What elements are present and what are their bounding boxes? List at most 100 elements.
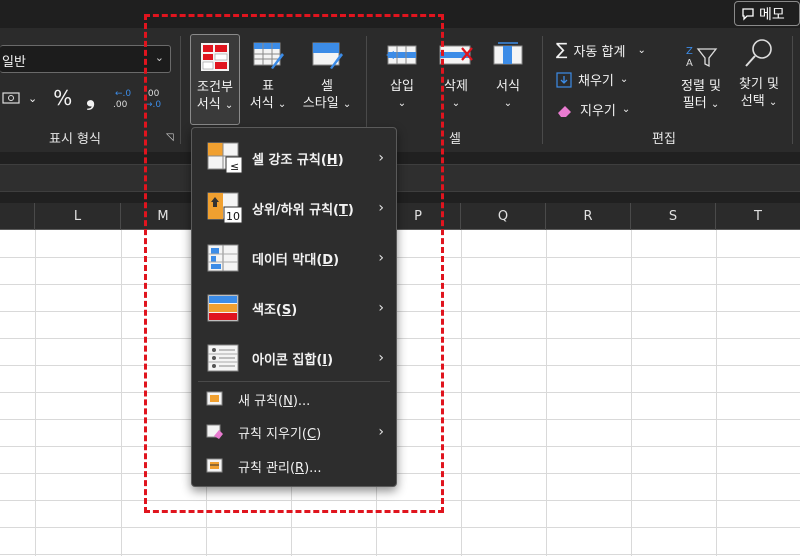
grid-line [0, 311, 800, 312]
eraser-icon [558, 105, 571, 117]
format-as-table-button[interactable]: 표 서식 ⌄ [246, 40, 290, 113]
autosum-button[interactable]: ∑ 자동 합계 ⌄ [556, 40, 646, 60]
format-as-table-label-row: 서식 ⌄ [250, 95, 286, 113]
column-header[interactable]: L [35, 203, 121, 230]
clear-button[interactable]: 지우기 ⌄ [556, 100, 630, 119]
menu-item-label: 규칙 관리(R)... [238, 457, 322, 476]
menu-item-label-suffix: ) [291, 302, 298, 318]
chevron-down-icon: ⌄ [397, 98, 407, 109]
sort-filter-button[interactable]: Z A 정렬 및 필터 ⌄ [672, 40, 730, 113]
fill-button[interactable]: 채우기 ⌄ [556, 70, 628, 89]
conditional-formatting-button[interactable]: 조건부 서식 ⌄ [190, 34, 240, 125]
svg-text:→.0: →.0 [145, 100, 161, 110]
new-rule-icon [206, 391, 223, 406]
menu-item-label: 셀 강조 규칙(H) [252, 149, 344, 168]
editing-group-label: 편집 [652, 132, 676, 147]
chevron-right-icon: › [378, 150, 384, 166]
grid-line [0, 392, 800, 393]
menu-item-label-text: 데이터 막대( [252, 252, 323, 268]
column-header[interactable]: T [716, 203, 800, 230]
svg-text:.00: .00 [113, 100, 128, 110]
menu-item-clear-rules[interactable]: 규칙 지우기(C) › [192, 419, 396, 445]
comma-button[interactable]: ❟ [86, 86, 95, 111]
autosum-label: 자동 합계 [573, 44, 626, 60]
cell-styles-button[interactable]: 셀 스타일 ⌄ [298, 40, 356, 113]
number-format-select[interactable]: 일반 ⌄ [0, 45, 171, 73]
find-select-button[interactable]: 찾기 및 선택 ⌄ [730, 36, 788, 111]
menu-item-label: 규칙 지우기(C) [238, 423, 321, 442]
menu-item-label-text: 규칙 지우기( [238, 426, 308, 442]
menu-item-label-suffix: ) [347, 202, 354, 218]
formula-bar[interactable] [0, 164, 800, 192]
manage-rules-icon [206, 458, 223, 473]
chevron-down-icon[interactable]: ⌄ [28, 92, 37, 105]
top-ten-badge: 10 [226, 210, 240, 223]
color-scales-icon [207, 294, 239, 322]
conditional-formatting-label-1: 조건부 [197, 80, 233, 95]
conditional-formatting-label-row: 서식 ⌄ [197, 96, 233, 114]
chevron-right-icon: › [378, 424, 384, 440]
column-header[interactable]: Q [461, 203, 546, 230]
worksheet-grid[interactable] [0, 230, 800, 556]
menu-item-label: 색조(S) [252, 299, 297, 318]
sort-filter-label-1: 정렬 및 [680, 79, 721, 94]
decrease-decimal-icon[interactable]: .00→.0 [141, 86, 167, 110]
chevron-right-icon: › [378, 250, 384, 266]
menu-item-top-bottom-rules[interactable]: 10 상위/하위 규칙(T) › [192, 186, 396, 230]
table-format-icon [253, 42, 284, 69]
accelerator-key: C [307, 426, 317, 442]
group-separator [792, 36, 793, 144]
menu-item-highlight-cells-rules[interactable]: ≤ 셀 강조 규칙(H) › [192, 136, 396, 180]
cells-group-label: 셀 [449, 132, 461, 147]
menu-item-icon-sets[interactable]: 아이콘 집합(I) › [192, 336, 396, 380]
memo-label: 메모 [759, 6, 785, 23]
menu-item-label-suffix: ) [337, 152, 344, 168]
conditional-formatting-menu: ≤ 셀 강조 규칙(H) › 10 상위/하위 규칙(T) › 데이터 막대(D… [191, 127, 397, 487]
accelerator-key: D [322, 252, 334, 268]
comment-icon [742, 7, 754, 21]
column-header[interactable]: S [631, 203, 716, 230]
grid-line [0, 446, 800, 447]
increase-decimal-icon[interactable]: ←.0.00 [109, 86, 135, 110]
chevron-right-icon: › [378, 300, 384, 316]
format-as-table-label-1: 표 [262, 79, 274, 94]
menu-item-label-text: 셀 강조 규칙( [252, 152, 327, 168]
find-select-label-2: 선택 [740, 94, 765, 109]
percent-button[interactable]: % [53, 86, 72, 110]
menu-item-color-scales[interactable]: 색조(S) › [192, 286, 396, 330]
grid-line [0, 284, 800, 285]
find-select-label-1: 찾기 및 [738, 77, 779, 92]
clear-label: 지우기 [580, 104, 616, 119]
column-header-partial[interactable] [0, 203, 35, 230]
chevron-down-icon: ⌄ [768, 97, 778, 108]
conditional-format-icon [201, 43, 229, 71]
menu-item-data-bars[interactable]: 데이터 막대(D) › [192, 236, 396, 280]
column-header[interactable]: R [546, 203, 631, 230]
grid-line [0, 527, 800, 528]
magnifier-icon [745, 39, 772, 67]
menu-item-new-rule[interactable]: 새 규칙(N)... [192, 386, 396, 412]
accelerator-key: S [281, 302, 292, 318]
chevron-right-icon: › [378, 350, 384, 366]
menu-item-label-suffix: )... [292, 393, 311, 409]
menu-item-label-suffix: ) [333, 252, 340, 268]
menu-item-manage-rules[interactable]: 규칙 관리(R)... [192, 453, 396, 479]
format-cells-button[interactable]: 서식 ⌄ [486, 40, 530, 112]
insert-cells-button[interactable]: 삽입 ⌄ [380, 40, 424, 112]
title-strip: 메모 [0, 0, 800, 28]
delete-cells-button[interactable]: 삭제 ⌄ [436, 40, 476, 112]
number-group-label: 표시 형식 [49, 132, 101, 147]
grid-line [0, 338, 800, 339]
accelerator-key: N [283, 393, 293, 409]
memo-button[interactable]: 메모 [734, 1, 800, 26]
accelerator-key: T [338, 202, 348, 218]
menu-item-label: 새 규칙(N)... [238, 390, 310, 409]
svg-text:A: A [686, 58, 693, 69]
currency-icon[interactable] [2, 89, 24, 107]
highlight-rules-icon: ≤ [207, 142, 243, 174]
grid-line [716, 230, 717, 556]
chevron-down-icon: ⌄ [503, 98, 513, 109]
dialog-launcher-icon[interactable]: ◹ [166, 132, 174, 143]
svg-text:.00: .00 [145, 89, 160, 99]
chevron-down-icon: ⌄ [342, 99, 352, 110]
